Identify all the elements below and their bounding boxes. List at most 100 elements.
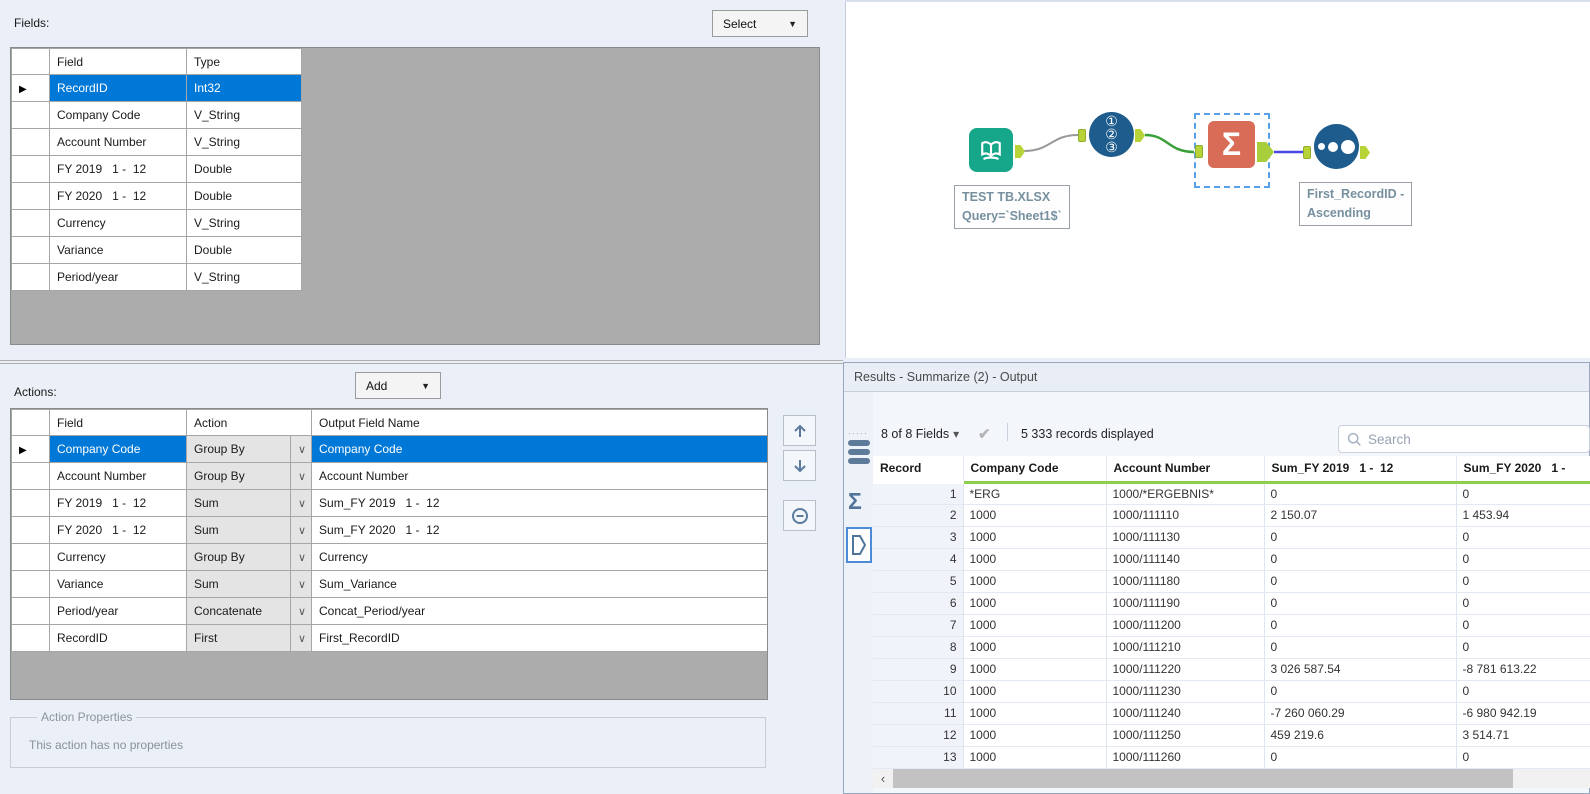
record-number-cell[interactable]: 9 xyxy=(873,658,964,681)
company-code-cell[interactable]: 1000 xyxy=(963,636,1107,659)
record-id-tool[interactable] xyxy=(1089,112,1134,157)
field-column-header[interactable]: Field xyxy=(49,409,187,436)
horizontal-scrollbar[interactable]: ‹ xyxy=(873,769,1590,788)
chevron-down-icon[interactable] xyxy=(289,570,313,598)
sum-fy2020-cell[interactable]: 0 xyxy=(1456,548,1590,571)
fields-summary-dropdown[interactable]: 8 of 8 Fields xyxy=(881,427,959,441)
record-number-cell[interactable]: 11 xyxy=(873,702,964,725)
field-name-cell[interactable]: Company Code xyxy=(49,101,187,129)
company-code-cell[interactable]: 1000 xyxy=(963,724,1107,747)
results-grid-row[interactable]: 13 1000 1000/111260 0 0 xyxy=(873,746,1590,769)
field-name-cell[interactable]: Currency xyxy=(49,209,187,237)
action-select[interactable]: Group By xyxy=(186,543,291,571)
fields-table-row[interactable]: Company Code V_String xyxy=(11,101,302,129)
account-number-cell[interactable]: 1000/111180 xyxy=(1106,570,1265,593)
record-number-cell[interactable]: 2 xyxy=(873,504,964,527)
record-number-cell[interactable]: 12 xyxy=(873,724,964,747)
actions-table-row[interactable]: RecordID First First_RecordID xyxy=(11,624,767,652)
company-code-cell[interactable]: 1000 xyxy=(963,658,1107,681)
company-code-cell[interactable]: 1000 xyxy=(963,526,1107,549)
sum-fy2020-cell[interactable]: 0 xyxy=(1456,570,1590,593)
sum-fy2019-cell[interactable]: 3 026 587.54 xyxy=(1264,658,1457,681)
field-name-cell[interactable]: Variance xyxy=(49,236,187,264)
sum-fy2019-cell[interactable]: 0 xyxy=(1264,526,1457,549)
chevron-down-icon[interactable] xyxy=(289,597,313,625)
chevron-down-icon[interactable] xyxy=(289,624,313,652)
sum-fy2019-cell[interactable]: 0 xyxy=(1264,592,1457,615)
company-code-column-header[interactable]: Company Code xyxy=(963,456,1107,484)
output-column-header[interactable]: Output Field Name xyxy=(311,409,767,436)
fields-table-row[interactable]: Period/year V_String xyxy=(11,263,302,291)
fields-table-row[interactable]: Variance Double xyxy=(11,236,302,264)
output-field-name-cell[interactable]: Sum_FY 2019 1 - 12 xyxy=(311,489,767,517)
add-dropdown-button[interactable]: Add xyxy=(355,372,441,399)
field-type-cell[interactable]: Double xyxy=(186,236,302,264)
field-type-cell[interactable]: Double xyxy=(186,182,302,210)
field-type-cell[interactable]: Double xyxy=(186,155,302,183)
actions-table-row[interactable]: Account Number Group By Account Number xyxy=(11,462,767,490)
row-selector-cell[interactable] xyxy=(11,128,50,156)
sum-fy2019-cell[interactable]: 0 xyxy=(1264,746,1457,769)
company-code-cell[interactable]: *ERG xyxy=(963,482,1107,505)
record-number-cell[interactable]: 3 xyxy=(873,526,964,549)
scrollbar-thumb[interactable] xyxy=(893,769,1513,788)
layout-menu-button[interactable] xyxy=(848,440,870,464)
company-code-cell[interactable]: 1000 xyxy=(963,548,1107,571)
output-anchor-button[interactable] xyxy=(846,527,872,563)
account-number-cell[interactable]: 1000/111260 xyxy=(1106,746,1265,769)
field-type-cell[interactable]: V_String xyxy=(186,128,302,156)
fields-table-row[interactable]: FY 2019 1 - 12 Double xyxy=(11,155,302,183)
field-type-cell[interactable]: Int32 xyxy=(186,74,302,102)
row-selector-cell[interactable] xyxy=(11,74,50,102)
sum-fy2019-cell[interactable]: 0 xyxy=(1264,570,1457,593)
row-selector-cell[interactable] xyxy=(11,435,50,463)
fields-table-row[interactable]: Account Number V_String xyxy=(11,128,302,156)
output-field-name-cell[interactable]: Sum_Variance xyxy=(311,570,767,598)
account-number-cell[interactable]: 1000/111250 xyxy=(1106,724,1265,747)
field-type-cell[interactable]: V_String xyxy=(186,263,302,291)
input-anchor[interactable] xyxy=(1303,146,1311,159)
row-selector-cell[interactable] xyxy=(11,489,50,517)
record-number-cell[interactable]: 7 xyxy=(873,614,964,637)
scroll-left-arrow[interactable]: ‹ xyxy=(873,769,893,788)
results-grid-row[interactable]: 12 1000 1000/111250 459 219.6 3 514.71 xyxy=(873,724,1590,747)
action-select[interactable]: Group By xyxy=(186,435,291,463)
sum-fy2020-cell[interactable]: -8 781 613.22 xyxy=(1456,658,1590,681)
actions-table-row[interactable]: Company Code Group By Company Code xyxy=(11,435,767,463)
fields-table-row[interactable]: RecordID Int32 xyxy=(11,74,302,102)
account-number-cell[interactable]: 1000/*ERGEBNIS* xyxy=(1106,482,1265,505)
search-box[interactable] xyxy=(1338,425,1590,453)
action-field-cell[interactable]: RecordID xyxy=(49,624,187,652)
type-column-header[interactable]: Type xyxy=(186,48,302,75)
action-select[interactable]: Concatenate xyxy=(186,597,291,625)
sum-fy2019-cell[interactable]: 0 xyxy=(1264,680,1457,703)
account-number-cell[interactable]: 1000/111210 xyxy=(1106,636,1265,659)
actions-table-row[interactable]: FY 2020 1 - 12 Sum Sum_FY 2020 1 - 12 xyxy=(11,516,767,544)
row-selector-cell[interactable] xyxy=(11,101,50,129)
workflow-canvas[interactable]: TEST TB.XLSXQuery=`Sheet1$` First_Record… xyxy=(845,0,1590,358)
results-grid-row[interactable]: 1 *ERG 1000/*ERGEBNIS* 0 0 xyxy=(873,482,1590,505)
row-selector-cell[interactable] xyxy=(11,597,50,625)
row-selector-cell[interactable] xyxy=(11,236,50,264)
action-field-cell[interactable]: FY 2020 1 - 12 xyxy=(49,516,187,544)
action-field-cell[interactable]: FY 2019 1 - 12 xyxy=(49,489,187,517)
results-grid-row[interactable]: 2 1000 1000/111110 2 150.07 1 453.94 xyxy=(873,504,1590,527)
results-grid-row[interactable]: 11 1000 1000/111240 -7 260 060.29 -6 980… xyxy=(873,702,1590,725)
actions-table-row[interactable]: FY 2019 1 - 12 Sum Sum_FY 2019 1 - 12 xyxy=(11,489,767,517)
field-name-cell[interactable]: RecordID xyxy=(49,74,187,102)
account-number-cell[interactable]: 1000/111130 xyxy=(1106,526,1265,549)
action-field-cell[interactable]: Currency xyxy=(49,543,187,571)
sum-fy2019-column-header[interactable]: Sum_FY 2019 1 - 12 xyxy=(1264,456,1457,484)
apply-checkmark-icon[interactable] xyxy=(978,425,991,443)
action-field-cell[interactable]: Period/year xyxy=(49,597,187,625)
sum-fy2020-cell[interactable]: 3 514.71 xyxy=(1456,724,1590,747)
chevron-down-icon[interactable] xyxy=(289,543,313,571)
row-selector-cell[interactable] xyxy=(11,624,50,652)
output-field-name-cell[interactable]: Currency xyxy=(311,543,767,571)
sum-fy2019-cell[interactable]: 0 xyxy=(1264,548,1457,571)
account-number-cell[interactable]: 1000/111190 xyxy=(1106,592,1265,615)
account-number-cell[interactable]: 1000/111220 xyxy=(1106,658,1265,681)
row-selector-cell[interactable] xyxy=(11,263,50,291)
record-number-cell[interactable]: 6 xyxy=(873,592,964,615)
sum-fy2019-cell[interactable]: 0 xyxy=(1264,482,1457,505)
